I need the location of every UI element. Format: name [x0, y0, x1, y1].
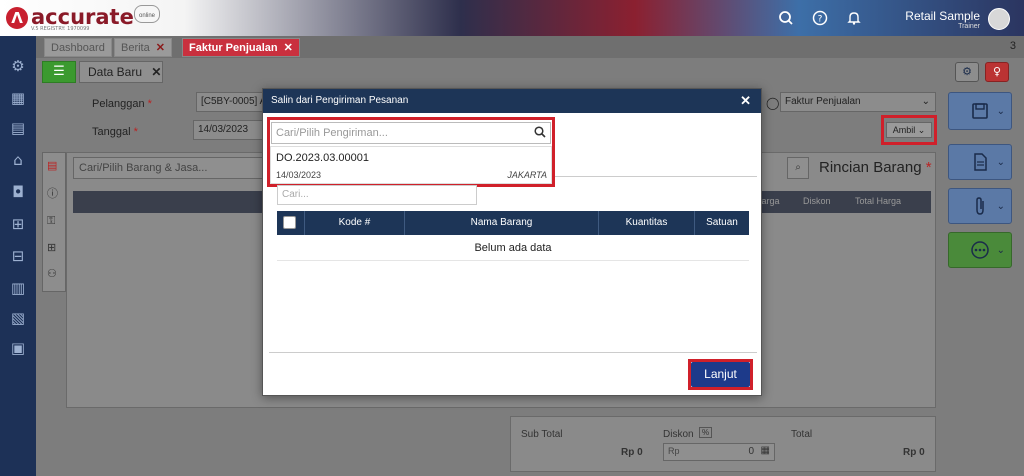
panel-side-toolbar: ▤ ⓘ ⚿ ⊞ ⚇	[42, 152, 66, 292]
close-icon[interactable]: ✕	[156, 42, 165, 54]
item-filter-input[interactable]: Cari...	[277, 185, 477, 205]
inventory-cart-icon[interactable]: ⊟	[8, 246, 28, 266]
table-icon[interactable]: ⊞	[47, 241, 56, 254]
ambil-button[interactable]: Ambil ⌄	[886, 122, 932, 138]
date-field[interactable]: 14/03/2023	[193, 120, 263, 140]
dialog-header: Salin dari Pengiriman Pesanan ✕	[263, 89, 761, 113]
discount-input[interactable]: Rp 0 ▦	[663, 443, 775, 461]
subtab-data-baru[interactable]: Data Baru ✕	[79, 61, 163, 83]
tab-label: Berita	[121, 42, 150, 54]
logo-mark-icon: Λ	[6, 7, 28, 29]
column-kuantitas[interactable]: Kuantitas	[599, 211, 695, 235]
tab-bar: Dashboard Berita ✕ Faktur Penjualan ✕ 3	[36, 36, 1024, 58]
select-all-cell	[277, 211, 305, 235]
paperclip-icon	[976, 197, 984, 215]
summary-panel: Sub Total Rp 0 Diskon % Rp 0 ▦ Total Rp …	[510, 416, 936, 472]
logo-online-badge: online	[134, 5, 161, 23]
document-icon	[974, 153, 987, 171]
tab-berita[interactable]: Berita ✕	[114, 38, 172, 57]
logo-subtitle: V.5 REGISTRY: 1970099	[31, 26, 90, 32]
document-icon[interactable]: ▤	[47, 159, 57, 172]
total-value: Rp 0	[903, 447, 925, 458]
top-bar: Λ accurate V.5 REGISTRY: 1970099 online …	[0, 0, 1024, 36]
close-icon[interactable]: ✕	[740, 89, 751, 113]
column-kode[interactable]: Kode #	[305, 211, 405, 235]
discount-label: Diskon	[663, 429, 694, 440]
continue-button[interactable]: Lanjut	[691, 362, 750, 387]
search-icon[interactable]: ⌕	[787, 157, 809, 179]
discount-percent-toggle[interactable]: %	[699, 427, 713, 438]
customer-label: Pelanggan *	[92, 98, 152, 110]
search-highlight-box	[267, 117, 555, 187]
subtab-label: Data Baru	[88, 65, 143, 79]
tax-document-icon[interactable]: ▣	[8, 338, 28, 358]
user-role: Trainer	[958, 23, 980, 30]
column-satuan[interactable]: Satuan	[695, 211, 749, 235]
user-avatar[interactable]	[988, 8, 1010, 30]
more-actions-button[interactable]: ⌄	[948, 232, 1012, 268]
user-name[interactable]: Retail Sample	[902, 9, 980, 23]
item-table-header: Kode # Nama Barang Kuantitas Satuan	[277, 211, 749, 235]
tab-dashboard[interactable]: Dashboard	[44, 38, 112, 57]
document-type-select[interactable]: Faktur Penjualan ⌄	[780, 92, 936, 112]
date-label: Tanggal *	[92, 126, 138, 138]
tab-label: Faktur Penjualan	[189, 42, 278, 54]
bank-icon[interactable]: ⌂	[8, 150, 28, 170]
app-logo[interactable]: Λ accurate V.5 REGISTRY: 1970099 online	[6, 4, 166, 32]
copy-delivery-dialog: Salin dari Pengiriman Pesanan ✕ Cari/Pil…	[262, 88, 762, 396]
calculator-icon[interactable]: ▦	[761, 445, 770, 456]
tab-count[interactable]: 3	[1010, 40, 1016, 52]
attachment-button[interactable]: ⌄	[948, 188, 1012, 224]
svg-text:?: ?	[818, 15, 823, 25]
warehouse-icon[interactable]: ▥	[8, 278, 28, 298]
chevron-down-icon: ⌄	[996, 245, 1005, 256]
left-sidebar: ⚙ ▦ ▤ ⌂ ◘ ⊞ ⊟ ▥ ▧ ▣	[0, 36, 36, 476]
chevron-down-icon: ⌄	[996, 157, 1005, 168]
info-icon[interactable]: ⓘ	[47, 185, 58, 201]
subtotal-value: Rp 0	[621, 447, 643, 458]
sales-cart-icon[interactable]: ⊞	[8, 214, 28, 234]
save-disk-icon	[972, 103, 988, 119]
report-document-icon[interactable]: ▧	[8, 308, 28, 328]
close-icon[interactable]: ✕	[151, 65, 161, 79]
search-icon[interactable]	[778, 10, 794, 26]
chevron-down-icon: ⌄	[921, 96, 930, 107]
discount-value: 0	[748, 446, 754, 457]
column-total-harga: Total Harga	[855, 196, 902, 206]
chevron-down-icon: ⌄	[996, 201, 1005, 212]
save-button[interactable]: ⌄	[948, 92, 1012, 130]
total-label: Total	[791, 429, 813, 440]
dialog-title: Salin dari Pengiriman Pesanan	[271, 95, 409, 106]
select-all-checkbox[interactable]	[283, 216, 296, 229]
more-dots-icon	[971, 241, 989, 259]
divider	[269, 352, 757, 353]
settings-gear-icon[interactable]: ⚙	[955, 62, 979, 82]
close-icon[interactable]: ✕	[284, 42, 293, 54]
tab-label: Dashboard	[51, 42, 105, 54]
help-icon[interactable]: ?	[812, 10, 828, 26]
column-nama-barang[interactable]: Nama Barang	[405, 211, 599, 235]
tab-faktur-penjualan[interactable]: Faktur Penjualan ✕	[182, 38, 300, 57]
column-diskon: Diskon	[803, 196, 831, 206]
empty-table-message: Belum ada data	[277, 235, 749, 261]
settings-gear-icon[interactable]: ⚙	[8, 56, 28, 76]
company-building-icon[interactable]: ▦	[8, 88, 28, 108]
print-button[interactable]: ⌄	[948, 144, 1012, 180]
discount-prefix: Rp	[668, 446, 680, 456]
ledger-book-icon[interactable]: ▤	[8, 118, 28, 138]
user-lock-icon[interactable]: ⚿	[47, 215, 55, 228]
subtotal-label: Sub Total	[521, 429, 563, 440]
purchase-bag-icon[interactable]: ◘	[8, 182, 28, 202]
rincian-barang-title: Rincian Barang *	[819, 159, 932, 176]
radio-circle-icon[interactable]: ◯	[766, 96, 779, 110]
bell-icon[interactable]	[846, 10, 862, 26]
chevron-down-icon: ⌄	[996, 106, 1005, 117]
lightbulb-icon[interactable]: ♀	[985, 62, 1009, 82]
list-view-button[interactable]: ☰	[42, 61, 76, 83]
users-icon[interactable]: ⚇	[47, 267, 57, 280]
customer-field[interactable]: [C5BY-0005] Ab	[196, 92, 266, 112]
